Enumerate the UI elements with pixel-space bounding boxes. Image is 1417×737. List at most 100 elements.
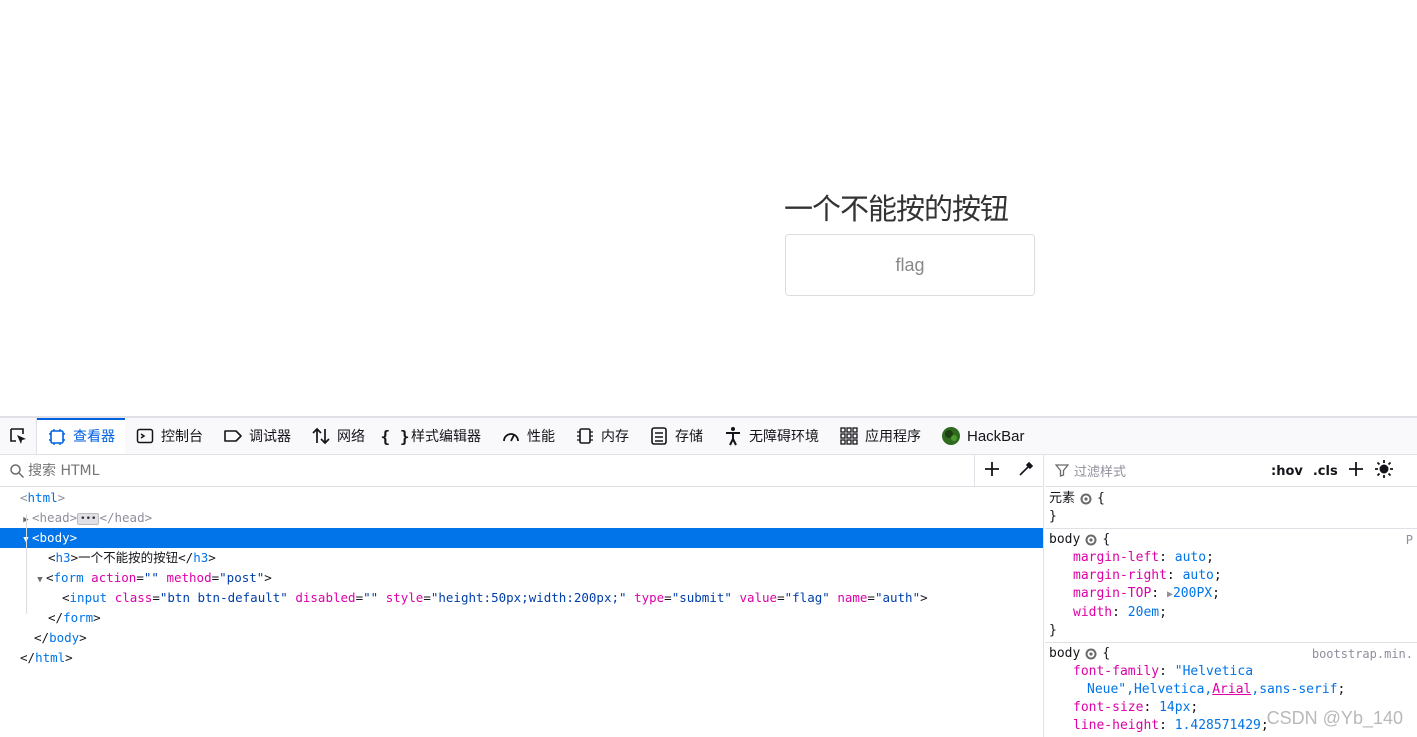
tab-memory[interactable]: 内存	[565, 418, 639, 454]
markup-search-bar	[0, 455, 1043, 487]
body-rule-1: P body{ margin-left: auto; margin-right:…	[1045, 529, 1417, 643]
search-html-input[interactable]	[28, 462, 928, 479]
performance-icon	[501, 426, 521, 446]
rule-source-link[interactable]: bootstrap.min.	[1312, 645, 1413, 663]
plus-icon	[984, 461, 1000, 481]
attr-value: "btn btn-default"	[159, 590, 288, 605]
property-value: 1.428571429	[1174, 718, 1261, 733]
tree-node-h3[interactable]: <h3>一个不能按的按钮</h3>	[0, 548, 1043, 568]
rule-selector: body	[1049, 646, 1081, 661]
flag-button[interactable]: flag	[785, 234, 1035, 296]
tree-node-input[interactable]: <input class="btn btn-default" disabled=…	[0, 588, 1043, 608]
tag-name: form	[53, 570, 84, 585]
attr-value: "post"	[219, 570, 265, 585]
rule-selector: body	[1049, 532, 1081, 547]
search-icon	[9, 463, 25, 479]
tab-hackbar[interactable]: HackBar	[931, 418, 1035, 454]
declaration[interactable]: margin-TOP: ▶200PX;	[1049, 585, 1413, 604]
tab-network[interactable]: 网络	[301, 418, 375, 454]
tab-inspector[interactable]: 查看器	[37, 418, 125, 454]
tree-node-head[interactable]: ▶<head>•••</head>	[0, 508, 1043, 528]
property-value: ,sans-serif	[1251, 682, 1338, 697]
cls-toggle[interactable]: .cls	[1313, 464, 1338, 479]
tab-label: 查看器	[73, 429, 115, 445]
storage-icon	[649, 426, 669, 446]
memory-icon	[575, 426, 595, 446]
attr-name: class	[114, 590, 153, 605]
sun-icon	[1374, 460, 1393, 478]
font-link[interactable]: Arial	[1212, 682, 1251, 697]
property-value: auto	[1174, 550, 1207, 565]
element-picker-icon	[8, 426, 28, 446]
property-value: "Helvetica	[1174, 664, 1254, 679]
declaration[interactable]: font-family: "Helvetica	[1049, 663, 1413, 681]
style-editor-icon: { }	[380, 426, 410, 446]
rules-tools: :hov .cls	[1271, 455, 1394, 487]
hov-toggle[interactable]: :hov	[1271, 464, 1303, 479]
property-name: font-size	[1073, 700, 1144, 715]
gear-icon[interactable]	[1084, 647, 1098, 661]
tab-label: 控制台	[161, 429, 203, 445]
tag-name: html	[35, 650, 66, 665]
tab-label: HackBar	[967, 427, 1025, 445]
tab-style-editor[interactable]: { } 样式编辑器	[375, 418, 491, 454]
accessibility-icon	[723, 426, 743, 446]
tag-name: h3	[55, 550, 71, 565]
tree-node-form-close[interactable]: </form>	[0, 608, 1043, 628]
tree-node-html-close[interactable]: </html>	[0, 648, 1043, 668]
console-icon	[135, 426, 155, 446]
tab-accessibility[interactable]: 无障碍环境	[713, 418, 829, 454]
declaration[interactable]: margin-left: auto;	[1049, 549, 1413, 567]
rule-source-link[interactable]: P	[1406, 531, 1413, 549]
declaration[interactable]: margin-right: auto;	[1049, 567, 1413, 585]
add-rule-button[interactable]	[1348, 461, 1364, 481]
text-node: 一个不能按的按钮	[78, 550, 179, 565]
tab-label: 网络	[337, 429, 365, 445]
page-viewport: 一个不能按的按钮 flag	[0, 0, 1417, 416]
element-picker-button[interactable]	[0, 418, 37, 454]
property-value: 200PX	[1172, 586, 1213, 601]
gear-icon[interactable]	[1084, 533, 1098, 547]
tab-performance[interactable]: 性能	[491, 418, 565, 454]
filter-styles-input[interactable]: 过滤样式	[1074, 461, 1126, 480]
property-value: auto	[1182, 568, 1214, 583]
gear-icon[interactable]	[1079, 492, 1093, 506]
rules-panel: 过滤样式 :hov .cls 元素{ } P body{ margin-left…	[1045, 455, 1417, 737]
add-node-button[interactable]	[975, 455, 1009, 487]
tab-storage[interactable]: 存储	[639, 418, 713, 454]
property-name: margin-left	[1073, 550, 1160, 565]
tree-node-body-close[interactable]: </body>	[0, 628, 1043, 648]
markup-tree: <html> ▶<head>•••</head> ▼<body> <h3>一个不…	[0, 487, 1043, 668]
attr-name: method	[166, 570, 212, 585]
markup-tools	[974, 455, 1043, 487]
tab-application[interactable]: 应用程序	[829, 418, 931, 454]
attr-name: type	[634, 590, 665, 605]
attr-name: action	[91, 570, 137, 585]
filter-icon	[1055, 463, 1071, 479]
tag-name: h3	[193, 550, 209, 565]
tree-node-form[interactable]: ▼ <form action="" method="post">	[0, 568, 1043, 588]
tree-node-html-open[interactable]: <html>	[0, 488, 1043, 508]
eyedropper-icon	[1018, 461, 1034, 481]
tab-debugger[interactable]: 调试器	[213, 418, 301, 454]
tag-name: input	[69, 590, 108, 605]
collapse-arrow-icon[interactable]: ▼	[34, 570, 46, 590]
application-icon	[839, 426, 859, 446]
devtools-tabbar: 查看器 控制台 调试器 网络 { } 样式编辑器 性能 内存 存储 无障碍环境 …	[0, 418, 1417, 455]
collapsed-ellipsis[interactable]: •••	[77, 512, 100, 525]
element-rule: 元素{ }	[1045, 487, 1417, 529]
light-theme-toggle[interactable]	[1374, 459, 1394, 483]
declaration[interactable]: width: 20em;	[1049, 604, 1413, 622]
attr-value: "height:50px;width:200px;"	[430, 590, 627, 605]
attr-name: disabled	[295, 590, 356, 605]
property-name: line-height	[1073, 718, 1160, 733]
eyedropper-button[interactable]	[1009, 455, 1043, 487]
property-value: Neue",Helvetica,	[1087, 682, 1213, 697]
property-value: 20em	[1127, 605, 1160, 620]
attr-value: "submit"	[671, 590, 732, 605]
watermark: CSDN @Yb_140	[1266, 708, 1403, 728]
tab-console[interactable]: 控制台	[125, 418, 213, 454]
tree-node-body-selected[interactable]: ▼<body>	[0, 528, 1043, 548]
tab-label: 调试器	[249, 429, 291, 445]
property-name: margin-right	[1073, 568, 1167, 583]
